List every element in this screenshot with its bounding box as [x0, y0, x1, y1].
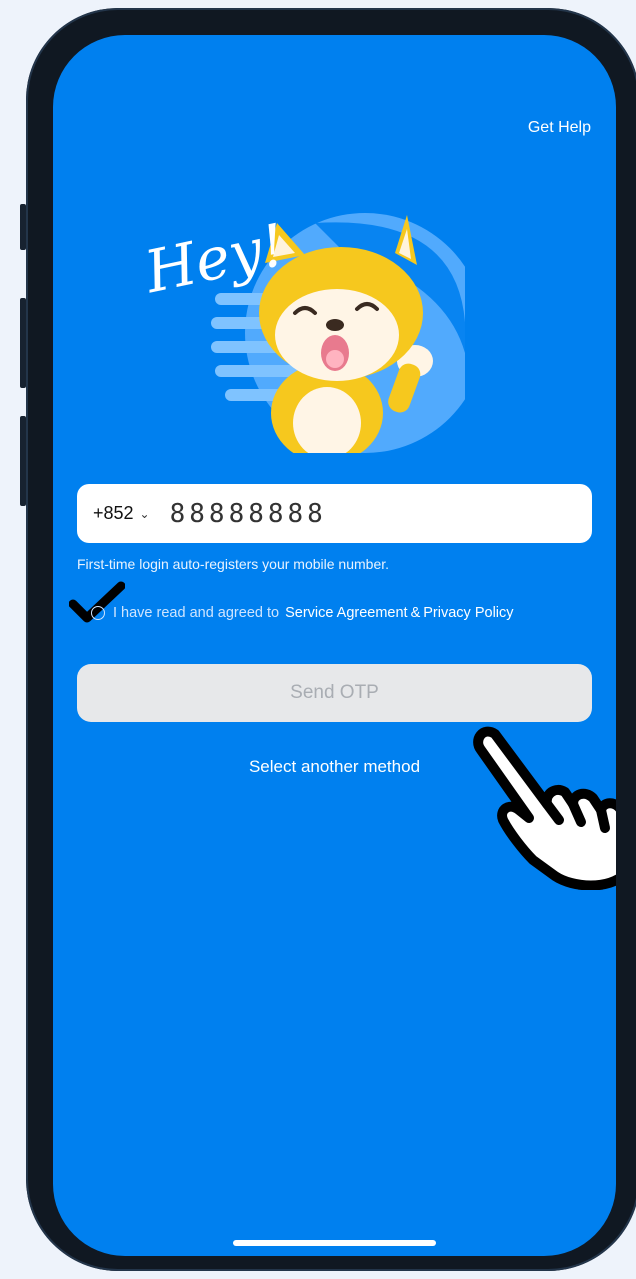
- ampersand: &: [410, 605, 421, 621]
- pointing-hand-icon: [473, 726, 616, 890]
- phone-number-field[interactable]: +852 ⌄: [77, 484, 592, 543]
- shiba-mascot-icon: Hey!: [138, 211, 485, 463]
- login-screen: Get Help Hey! +852 ⌄ 88888888 First-time…: [53, 35, 616, 1256]
- country-code-label: +852: [93, 503, 134, 523]
- hero-illustration: Hey!: [138, 193, 485, 463]
- country-code-selector[interactable]: +852 ⌄: [93, 503, 150, 524]
- agreement-checkbox[interactable]: [91, 606, 105, 620]
- volume-up-button: [20, 298, 26, 388]
- phone-number-input[interactable]: [167, 497, 472, 530]
- volume-down-button: [20, 416, 26, 506]
- privacy-policy-link[interactable]: Privacy Policy: [423, 605, 513, 621]
- agreement-text: I have read and agreed to: [113, 605, 280, 621]
- agreement-row: I have read and agreed to Service Agreem…: [91, 605, 514, 621]
- service-agreement-link[interactable]: Service Agreement: [285, 605, 408, 621]
- chevron-down-icon: ⌄: [139, 506, 150, 521]
- auto-register-hint: First-time login auto-registers your mob…: [77, 556, 390, 572]
- mute-switch: [20, 204, 26, 250]
- get-help-link[interactable]: Get Help: [528, 119, 591, 137]
- home-indicator[interactable]: [233, 1240, 436, 1246]
